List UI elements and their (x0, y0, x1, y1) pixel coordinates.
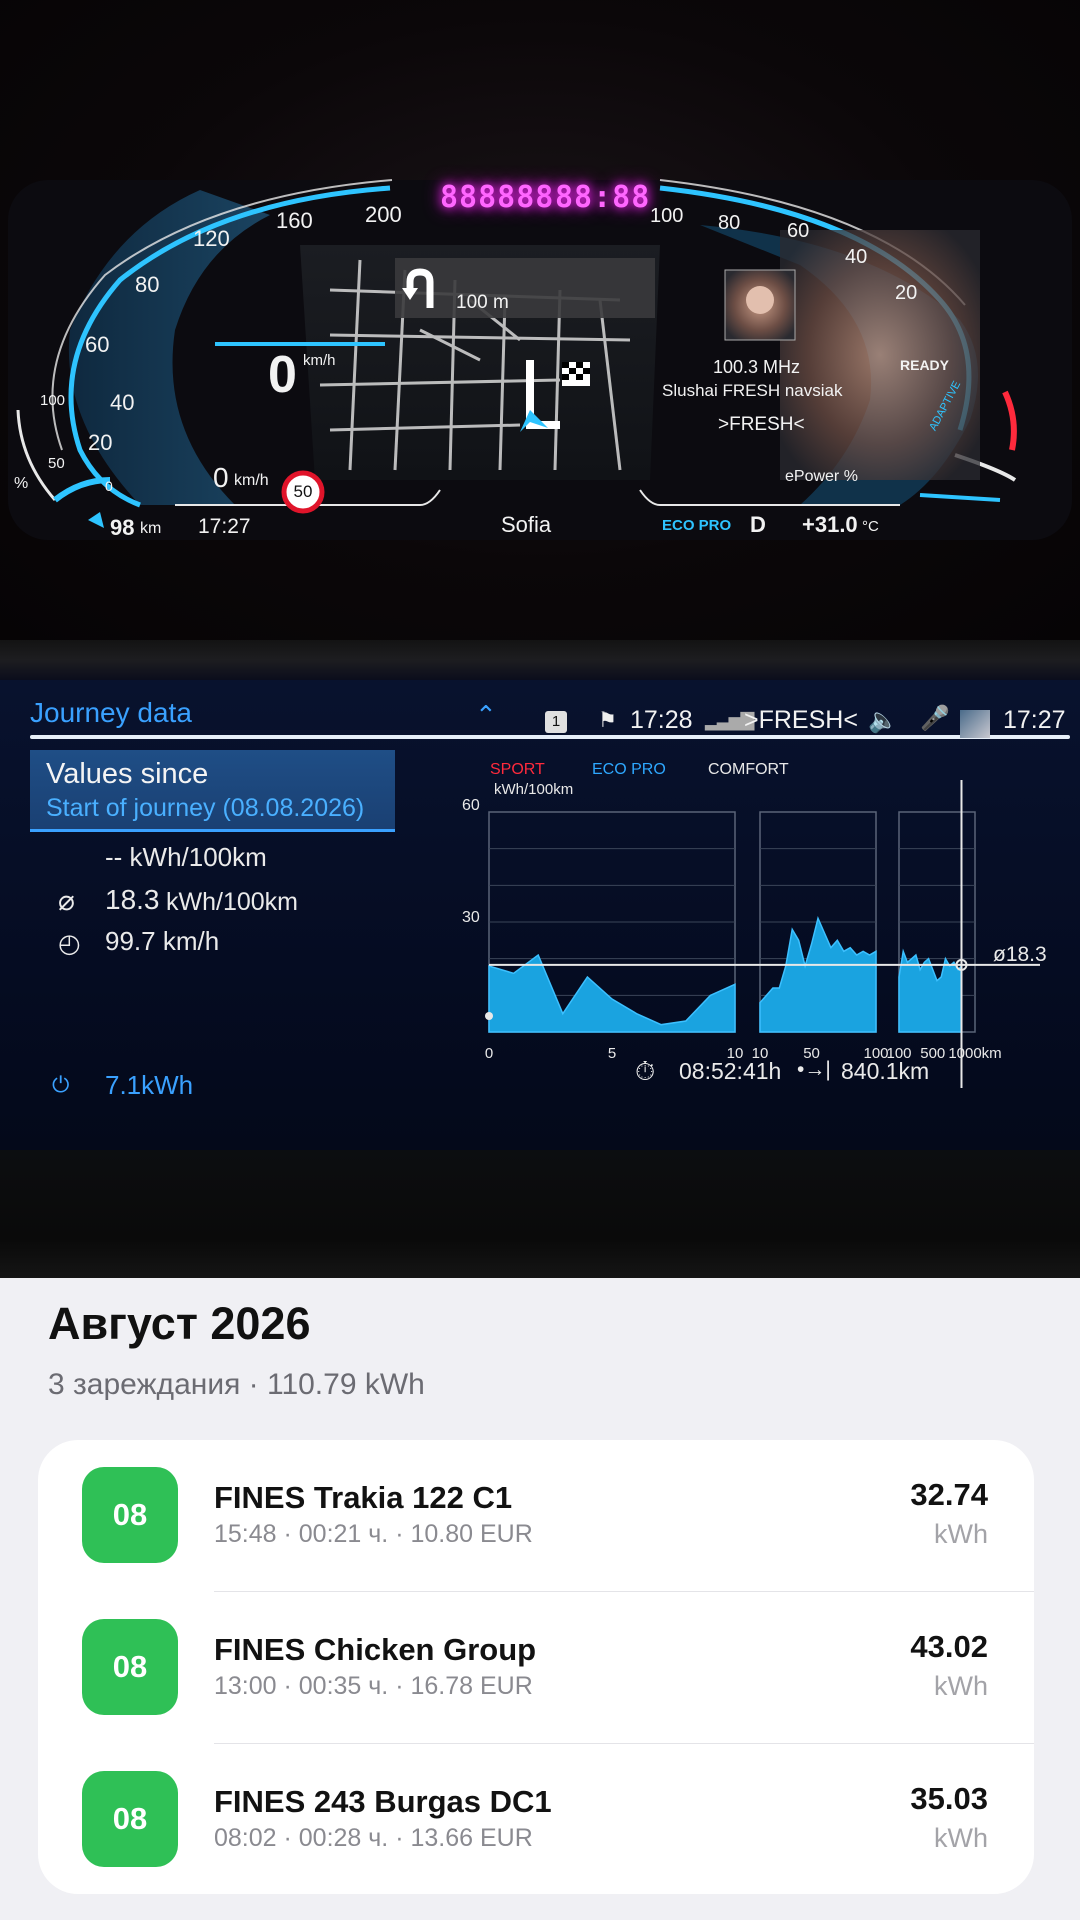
speed-tick-60: 60 (85, 332, 110, 357)
charging-session-row[interactable]: 08 FINES Trakia 122 C1 15:48 · 00:21 ч. … (38, 1440, 1034, 1592)
session-details: 13:00 · 00:35 ч. · 16.78 EUR (214, 1672, 533, 1700)
x-tick-label: 0 (485, 1045, 493, 1062)
charge-tick-50: 50 (48, 455, 65, 472)
speed-tick-80: 80 (135, 272, 160, 297)
legend-sport: SPORT (490, 761, 545, 778)
station-name: FINES Trakia 122 C1 (214, 1480, 513, 1515)
charging-session-row[interactable]: 08 FINES Chicken Group 13:00 · 00:35 ч. … (38, 1592, 1034, 1744)
instrument-cluster-photo: 888888 88:88 20 40 60 80 120 160 200 0 k… (0, 0, 1080, 640)
charging-session-row[interactable]: 08 FINES 243 Burgas DC1 08:02 · 00:28 ч.… (38, 1744, 1034, 1896)
charge-tick-100: 100 (40, 392, 66, 409)
epower-label: ePower % (785, 468, 858, 485)
charge-percent-icon: % (14, 475, 29, 492)
sessions-card: 08 FINES Trakia 122 C1 15:48 · 00:21 ч. … (38, 1440, 1034, 1894)
legend-comfort: COMFORT (708, 761, 789, 778)
charge-tick-0: 0 (105, 478, 113, 494)
hud-ghost-left: 888888 (440, 180, 555, 215)
drive-mode: ECO PRO (662, 517, 732, 534)
nav-instruction-bar (395, 258, 655, 318)
session-energy-unit: kWh (934, 1671, 988, 1701)
nav-distance: 100 m (456, 292, 509, 313)
session-energy-unit: kWh (934, 1519, 988, 1549)
speed-limit-value: 50 (293, 482, 313, 501)
session-energy: 43.02 (910, 1629, 988, 1664)
y-axis-unit: kWh/100km (494, 781, 573, 798)
media-background-photo (780, 230, 980, 480)
x-tick-label: 5 (608, 1045, 616, 1062)
day-badge: 08 (82, 1467, 178, 1563)
gear-indicator: D (750, 512, 766, 537)
consumption-area-series (488, 953, 736, 1033)
current-speed: 0 (268, 346, 297, 404)
session-energy: 32.74 (910, 1477, 988, 1512)
y-tick-label: 30 (462, 909, 480, 926)
session-details: 08:02 · 00:28 ч. · 13.66 EUR (214, 1824, 533, 1852)
power-tick-40: 40 (845, 246, 868, 268)
speed-tick-40: 40 (110, 390, 135, 415)
speed-tick-160: 160 (276, 208, 313, 233)
day-badge: 08 (82, 1619, 178, 1715)
range-value: 98 (110, 515, 135, 540)
radio-station: >FRESH< (718, 414, 805, 435)
x-tick-label: 1000km (948, 1045, 1001, 1062)
month-summary: 3 зареждания · 110.79 kWh (48, 1368, 425, 1401)
charging-history-app: Август 2026 3 зареждания · 110.79 kWh 08… (0, 1278, 1080, 1920)
speed-unit-bottom: km/h (234, 472, 269, 489)
speed-tick-120: 120 (193, 226, 230, 251)
radio-text: Slushai FRESH navsiak (662, 381, 843, 400)
legend-eco-pro: ECO PRO (592, 761, 666, 778)
power-tick-20: 20 (895, 282, 918, 304)
journey-data-screen-photo: Journey data ⌃ 1 ⚑ 17:28 ▂▃▅▇ >FRESH< 🔈 … (0, 640, 1080, 1278)
cluster-clock: 17:27 (198, 515, 251, 538)
station-name: FINES Chicken Group (214, 1632, 537, 1667)
power-tick-80: 80 (718, 212, 741, 234)
radio-frequency: 100.3 MHz (713, 357, 801, 377)
journey-duration: 08:52:41h (679, 1058, 782, 1084)
session-energy-unit: kWh (934, 1823, 988, 1853)
distance-arrow-icon: •→| (797, 1058, 831, 1081)
range-unit: km (140, 520, 162, 537)
speed-tick-20: 20 (88, 430, 113, 455)
outside-temperature: +31.0 (802, 512, 858, 537)
speed-bar (215, 342, 385, 346)
temperature-unit: °C (862, 518, 879, 535)
ready-indicator: READY (900, 357, 950, 373)
journey-distance: 840.1km (841, 1058, 930, 1084)
speed-zero: 0 (213, 462, 229, 493)
speed-tick-200: 200 (365, 202, 402, 227)
speed-unit-top: km/h (303, 352, 336, 369)
session-details: 15:48 · 00:21 ч. · 10.80 EUR (214, 1520, 533, 1548)
current-city: Sofia (501, 512, 552, 537)
chart-start-point (485, 1012, 493, 1020)
consumption-chart: SPORT ECO PRO COMFORTkWh/100km60300 5 10 10 50… (462, 761, 1047, 1088)
month-heading: Август 2026 (48, 1298, 311, 1349)
y-tick-label: 60 (462, 797, 480, 814)
consumption-area-series (898, 948, 963, 1033)
consumption-area-series (759, 916, 877, 1033)
stopwatch-icon: ⏱ (635, 1056, 656, 1086)
cluster-graphics (8, 179, 1072, 540)
power-tick-100: 100 (650, 205, 684, 227)
hud-ghost-right: 88:88 (555, 180, 651, 215)
power-tick-60: 60 (787, 220, 810, 242)
average-label: ø18.3 (993, 943, 1047, 966)
session-energy: 35.03 (910, 1781, 988, 1816)
day-badge: 08 (82, 1771, 178, 1867)
station-name: FINES 243 Burgas DC1 (214, 1784, 552, 1819)
